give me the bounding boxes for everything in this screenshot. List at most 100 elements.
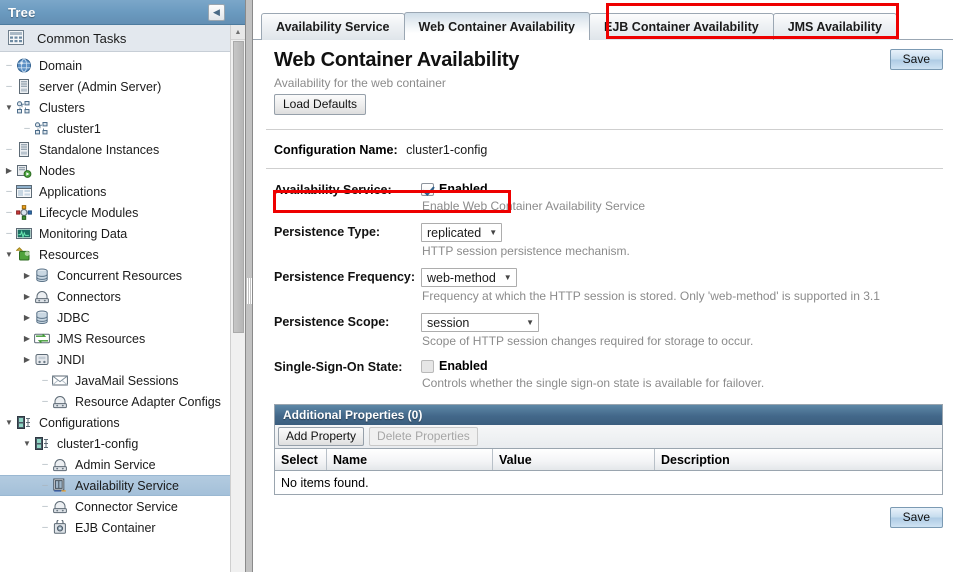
sidebar-item-applications[interactable]: – Applications <box>0 181 245 202</box>
mail-icon <box>52 373 69 389</box>
tab-ejb-container-availability[interactable]: EJB Container Availability <box>589 13 774 40</box>
splitter-grip-icon <box>247 278 252 304</box>
sidebar-item-admin-service[interactable]: – Admin Service <box>0 454 245 475</box>
sidebar-item-monitoring-data[interactable]: – Monitoring Data <box>0 223 245 244</box>
jms-icon <box>34 331 51 347</box>
database-icon <box>34 310 51 326</box>
load-defaults-wrap: Load Defaults <box>261 90 953 115</box>
tree-elbow-icon: – <box>42 500 48 512</box>
persistence-scope-select[interactable]: session ▼ <box>421 313 539 332</box>
sidebar-item-jndi[interactable]: ▶ JNDI <box>0 349 245 370</box>
chevron-left-icon[interactable]: ◀ <box>208 3 225 21</box>
twisty-expanded-icon[interactable]: ▼ <box>20 439 34 448</box>
sidebar-item-resource-adapter-configs[interactable]: – Resource Adapter Configs <box>0 391 245 412</box>
sidebar-item-label: Monitoring Data <box>39 226 128 241</box>
chevron-down-icon: ▼ <box>489 228 498 237</box>
twisty-expanded-icon[interactable]: ▼ <box>2 250 16 259</box>
scrollbar-thumb[interactable] <box>233 41 244 333</box>
tree-scrollbar[interactable]: ▲ <box>230 25 245 572</box>
tab-web-container-availability[interactable]: Web Container Availability <box>403 12 591 41</box>
persistence-type-label: Persistence Type: <box>274 225 381 239</box>
sidebar-item-label: Connectors <box>57 289 121 304</box>
sidebar-item-jms-resources[interactable]: ▶ JMS Resources <box>0 328 245 349</box>
load-defaults-button[interactable]: Load Defaults <box>274 94 367 115</box>
column-header-description: Description <box>661 452 730 467</box>
sidebar-item-clusters[interactable]: ▼ Clusters <box>0 97 245 118</box>
column-header-name: Name <box>327 449 493 470</box>
tab-jms-availability[interactable]: JMS Availability <box>772 13 897 40</box>
sidebar-item-availability-service[interactable]: – Availability Service <box>0 475 245 496</box>
sidebar-item-label: JNDI <box>57 352 85 367</box>
table-empty-message: No items found. <box>275 471 942 494</box>
chevron-down-icon: ▼ <box>503 273 512 282</box>
sidebar-item-resources[interactable]: ▼ Resources <box>0 244 245 265</box>
additional-properties-header: Additional Properties (0) <box>275 405 942 425</box>
persistence-type-select[interactable]: replicated ▼ <box>421 223 503 242</box>
sidebar-item-label: Connector Service <box>75 499 178 514</box>
sidebar-item-cluster1[interactable]: – cluster1 <box>0 118 245 139</box>
tree-elbow-icon: – <box>6 227 12 239</box>
tree-elbow-icon: – <box>6 143 12 155</box>
twisty-expanded-icon[interactable]: ▼ <box>2 418 16 427</box>
availability-service-label: Availability Service: <box>274 183 392 197</box>
twisty-collapsed-icon[interactable]: ▶ <box>2 166 16 175</box>
save-button-top[interactable]: Save <box>889 49 943 70</box>
configuration-name-value: cluster1-config <box>406 143 488 157</box>
twisty-collapsed-icon[interactable]: ▶ <box>20 292 34 301</box>
sidebar-item-domain[interactable]: – Domain <box>0 55 245 76</box>
column-header-value: Value <box>493 449 655 470</box>
configuration-name-row: Configuration Name: cluster1-config <box>261 130 953 168</box>
delete-properties-button: Delete Properties <box>369 427 478 446</box>
panel-splitter[interactable] <box>246 0 253 572</box>
configuration-icon <box>16 415 33 431</box>
sidebar-item-label: Availability Service <box>75 478 179 493</box>
twisty-collapsed-icon[interactable]: ▶ <box>20 334 34 343</box>
twisty-expanded-icon[interactable]: ▼ <box>2 103 16 112</box>
sidebar-item-connectors[interactable]: ▶ Connectors <box>0 286 245 307</box>
tree-elbow-icon: – <box>42 395 48 407</box>
chevron-down-icon: ▼ <box>526 318 534 327</box>
availability-service-checkbox[interactable] <box>421 182 434 196</box>
sidebar-item-label: Domain <box>39 58 83 73</box>
tree-elbow-icon: – <box>42 458 48 470</box>
twisty-collapsed-icon[interactable]: ▶ <box>20 355 34 364</box>
additional-properties-toolbar: Add Property Delete Properties <box>275 425 942 449</box>
tab-label: EJB Container Availability <box>604 20 759 34</box>
save-button-bottom[interactable]: Save <box>889 507 943 528</box>
sidebar-item-connector-service[interactable]: – Connector Service <box>0 496 245 517</box>
tree-elbow-icon: – <box>42 521 48 533</box>
sidebar-item-javamail-sessions[interactable]: – JavaMail Sessions <box>0 370 245 391</box>
sidebar-item-common-tasks[interactable]: Common Tasks <box>0 25 245 52</box>
sidebar-item-concurrent-resources[interactable]: ▶ Concurrent Resources <box>0 265 245 286</box>
single-sign-on-state-label: Single-Sign-On State: <box>274 360 403 374</box>
sidebar-item-label: Nodes <box>39 163 76 178</box>
ejb-container-icon <box>52 519 69 536</box>
sidebar-item-nodes[interactable]: ▶ Nodes <box>0 160 245 181</box>
twisty-collapsed-icon[interactable]: ▶ <box>20 313 34 322</box>
sidebar-item-label: EJB Container <box>75 520 156 535</box>
persistence-scope-label: Persistence Scope: <box>274 315 390 329</box>
sidebar-item-standalone-instances[interactable]: – Standalone Instances <box>0 139 245 160</box>
sidebar-item-jdbc[interactable]: ▶ JDBC <box>0 307 245 328</box>
sidebar-item-server-admin-server[interactable]: – server (Admin Server) <box>0 76 245 97</box>
twisty-collapsed-icon[interactable]: ▶ <box>20 271 34 280</box>
sidebar-item-configurations[interactable]: ▼ Configurations <box>0 412 245 433</box>
field-availability-service: Availability Service: Enabled Enable Web… <box>261 181 953 214</box>
sidebar-item-ejb-container[interactable]: – EJB Container <box>0 517 245 538</box>
domain-globe-icon <box>16 58 33 74</box>
sidebar-item-lifecycle-modules[interactable]: – Lifecycle Modules <box>0 202 245 223</box>
single-sign-on-state-help: Controls whether the single sign-on stat… <box>422 376 765 390</box>
persistence-scope-value: session <box>427 315 470 330</box>
column-header-select: Select <box>275 449 327 470</box>
connector-icon <box>52 394 69 410</box>
availability-form: Availability Service: Enabled Enable Web… <box>261 169 953 391</box>
page-content: Web Container Availability Save Availabi… <box>253 40 953 572</box>
tab-availability-service[interactable]: Availability Service <box>261 13 405 40</box>
single-sign-on-state-checkbox[interactable] <box>421 359 434 373</box>
add-property-button[interactable]: Add Property <box>278 427 365 446</box>
sidebar-item-cluster1-config[interactable]: ▼ cluster1-config <box>0 433 245 454</box>
scroll-up-icon[interactable]: ▲ <box>231 25 245 40</box>
persistence-frequency-select[interactable]: web-method ▼ <box>421 268 517 287</box>
availability-service-help: Enable Web Container Availability Servic… <box>422 199 646 213</box>
connector-icon <box>34 289 51 305</box>
